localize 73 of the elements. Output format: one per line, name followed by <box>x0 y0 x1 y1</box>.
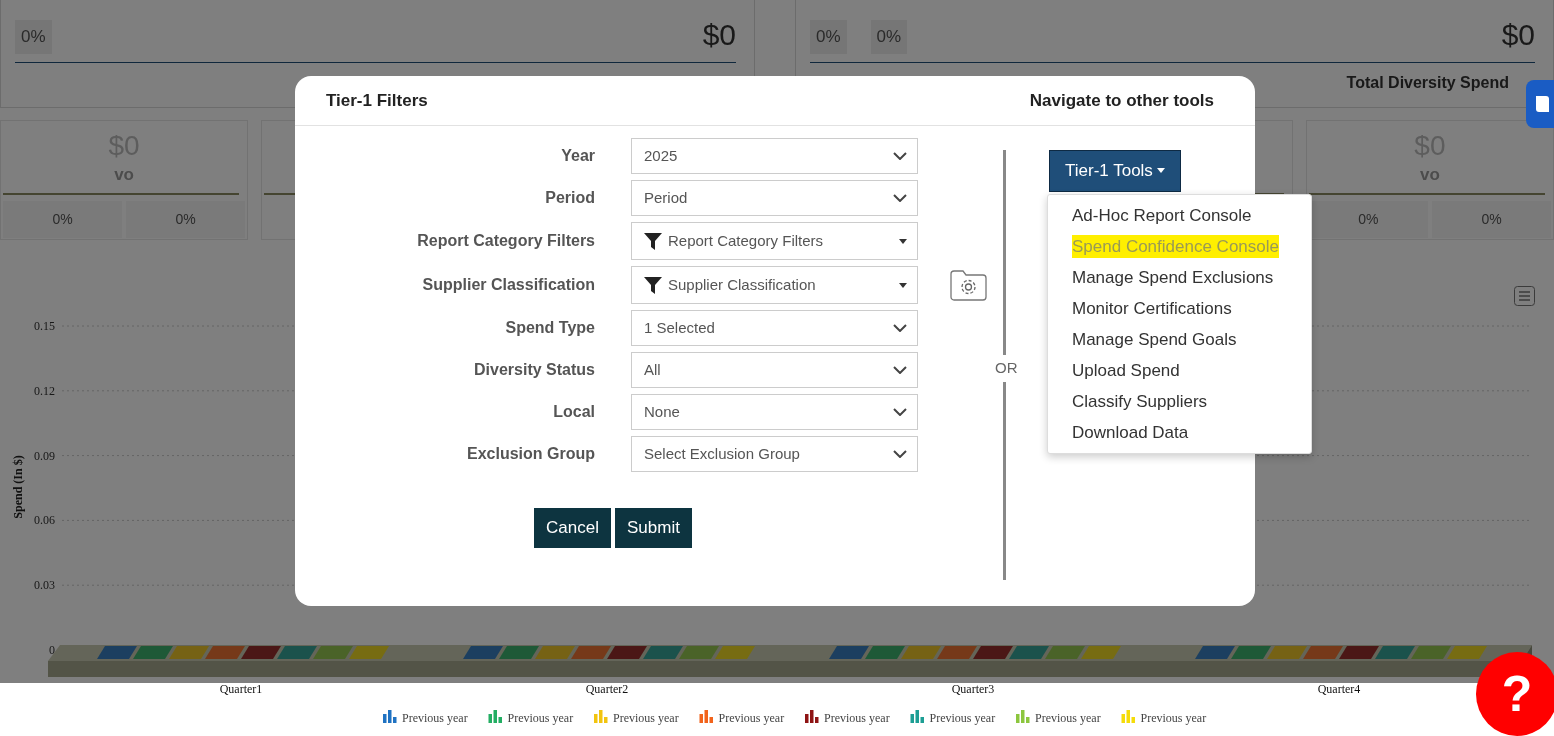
select-field[interactable]: 2025 <box>631 138 918 174</box>
multiselect-dropdown[interactable]: Supplier Classification <box>631 266 918 304</box>
axis-title: Spend (In $) <box>11 455 25 519</box>
caret-icon <box>899 282 907 288</box>
book-icon <box>1535 95 1551 113</box>
chevron-down-icon <box>893 194 907 202</box>
menu-item[interactable]: Upload Spend <box>1048 355 1311 386</box>
filter-icon <box>644 276 662 294</box>
tick-label: 0.06 <box>34 513 55 528</box>
select-field[interactable]: All <box>631 352 918 388</box>
menu-item[interactable]: Download Data <box>1048 417 1311 448</box>
tick-label: 0.03 <box>34 578 55 593</box>
tick-label: 0.12 <box>34 383 55 398</box>
chevron-down-icon <box>893 450 907 458</box>
select-field[interactable]: None <box>631 394 918 430</box>
legend-label: Previous year <box>1140 711 1207 725</box>
tools-dropdown-button[interactable]: Tier-1 Tools <box>1049 150 1181 192</box>
field-label: Diversity Status <box>473 360 595 380</box>
field-label: Year <box>560 146 595 166</box>
tick-label: 0.09 <box>34 448 55 463</box>
axis-label: Quarter2 <box>585 682 629 696</box>
axis-label: Quarter3 <box>951 682 995 696</box>
section-title: Navigate to other tools <box>1029 89 1214 112</box>
menu-item[interactable]: Ad-Hoc Report Console <box>1048 200 1311 231</box>
dialog-title: Tier-1 Filters <box>326 89 428 112</box>
field-label: Report Category Filters <box>416 231 595 251</box>
book-tab[interactable] <box>1526 80 1554 128</box>
select-field[interactable]: Select Exclusion Group <box>631 436 918 472</box>
percentage-cell: 0% <box>3 201 123 239</box>
field-label: Local <box>552 402 595 422</box>
panel-title: Total Diversity Spend <box>1345 72 1510 93</box>
chevron-down-icon <box>893 366 907 374</box>
menu-icon <box>1514 286 1535 306</box>
menu-item[interactable]: Manage Spend Goals <box>1048 324 1311 355</box>
axis-label: Quarter4 <box>1317 682 1361 696</box>
percentage-chip: 0% <box>870 20 908 54</box>
menu-item[interactable]: Classify Suppliers <box>1048 386 1311 417</box>
help-button[interactable]: ? <box>1476 652 1554 736</box>
filter-icon <box>644 232 662 250</box>
legend-label: Previous year <box>1035 711 1101 725</box>
tick-label: 0 <box>49 643 55 657</box>
caret-icon <box>899 238 907 244</box>
axis-label: Quarter1 <box>219 682 263 696</box>
percentage-chip: 0% <box>810 20 847 54</box>
field-label: Supplier Classification <box>421 275 595 295</box>
legend-label: Previous year <box>402 711 468 725</box>
chevron-down-icon <box>893 408 907 416</box>
legend-label: Previous year <box>718 711 785 725</box>
field-label: Spend Type <box>504 318 595 338</box>
select-field[interactable]: 1 Selected <box>631 310 918 346</box>
amount-value: $0 <box>702 20 736 50</box>
percentage-cell: 0% <box>126 201 246 239</box>
field-label: Exclusion Group <box>466 444 595 464</box>
multiselect-dropdown[interactable]: Report Category Filters <box>631 222 918 260</box>
folder-gear-icon[interactable] <box>949 268 988 302</box>
chevron-down-icon <box>893 152 907 160</box>
legend-label: Previous year <box>613 711 679 725</box>
tick-label: 0.15 <box>34 319 55 333</box>
percentage-chip: 0% <box>15 20 52 54</box>
select-field[interactable]: Period <box>631 180 918 216</box>
legend-label: Previous year <box>929 711 996 725</box>
dialog-button[interactable]: Cancel <box>534 508 611 548</box>
menu-item[interactable]: Monitor Certifications <box>1048 293 1311 324</box>
chevron-down-icon <box>893 324 907 332</box>
amount-value: $0 <box>1501 20 1535 50</box>
legend-label: Previous year <box>824 711 890 725</box>
field-label: Period <box>544 188 595 208</box>
percentage-cell: 0% <box>1431 201 1552 239</box>
dialog-button[interactable]: Submit <box>615 508 692 548</box>
menu-item[interactable]: Manage Spend Exclusions <box>1048 262 1311 293</box>
legend-label: Previous year <box>507 711 574 725</box>
caret-icon <box>1156 168 1165 174</box>
separator-label: OR <box>995 355 1018 382</box>
